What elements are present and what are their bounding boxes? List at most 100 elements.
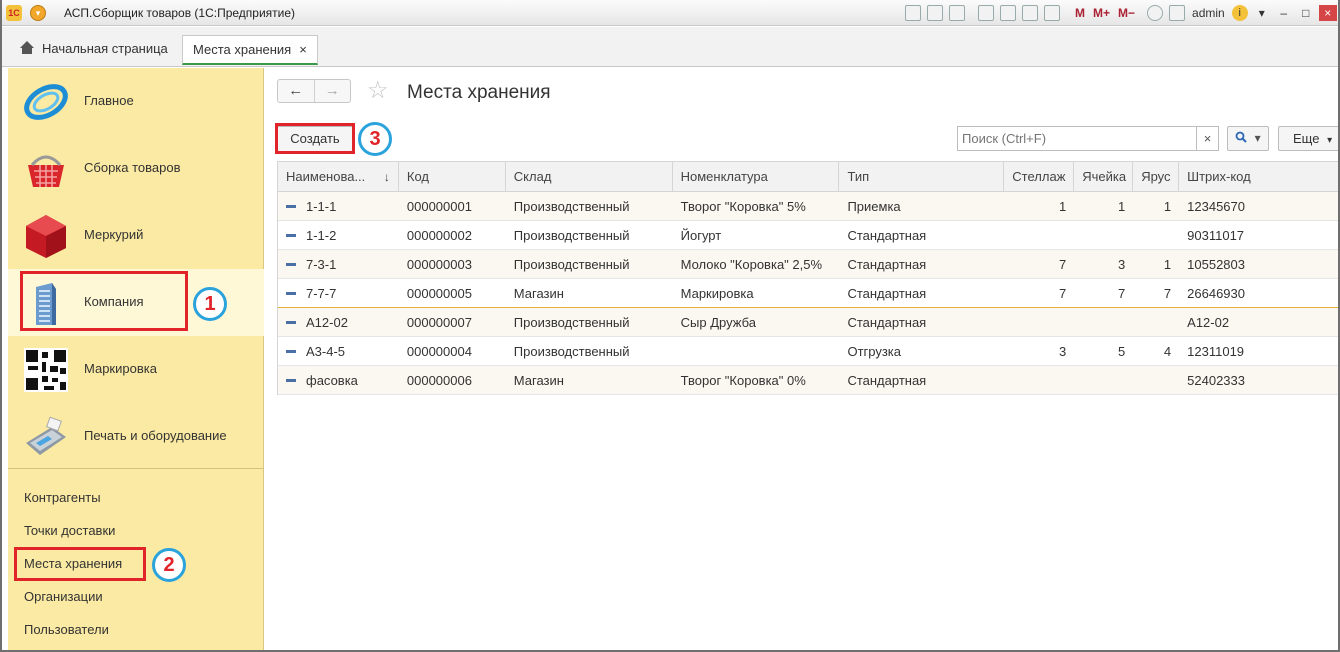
zoom-icon[interactable] [1147, 5, 1164, 21]
download-icon[interactable] [978, 5, 994, 21]
highlight-storage-places [14, 547, 146, 581]
column-header[interactable]: Стеллаж [1004, 161, 1075, 192]
cell-value: 5 [1117, 343, 1126, 359]
column-header[interactable]: Код [399, 161, 506, 192]
forward-arrow-icon[interactable]: → [313, 80, 351, 102]
tab-storage-places[interactable]: Места хранения × [182, 35, 318, 65]
tab-home[interactable]: Начальная страница [10, 35, 178, 63]
calendar-icon[interactable] [1044, 5, 1060, 21]
table-cell: Производственный [506, 199, 673, 214]
document-icon[interactable] [1000, 5, 1016, 21]
table-cell: Производственный [506, 228, 673, 243]
memory-button[interactable]: M [1075, 6, 1085, 20]
more-button[interactable]: Еще ▾ [1278, 126, 1338, 151]
table-row[interactable]: фасовка 000000006 Магазин Творог "Коровка" … [278, 366, 1338, 395]
close-window-button[interactable]: × [1318, 5, 1337, 21]
search-button[interactable]: ▾ [1227, 126, 1269, 151]
qr-code-icon [24, 348, 68, 392]
sidebar-link-counterparties[interactable]: Контрагенты [24, 490, 101, 505]
table-row[interactable]: А12-02 000000007 Производственный Сыр Дружб… [278, 308, 1338, 337]
memory-plus-button[interactable]: M+ [1093, 6, 1110, 20]
table-cell: 3 [1004, 344, 1074, 359]
back-arrow-icon[interactable]: ← [278, 80, 314, 102]
table-cell: Магазин [506, 286, 673, 301]
section-main[interactable]: Главное [8, 68, 264, 135]
table-cell: 26646930 [1179, 285, 1338, 301]
main-menu-button[interactable]: ▾ [30, 5, 46, 21]
sidebar-link-users[interactable]: Пользователи [24, 622, 109, 637]
table-header: Наименова... ↓ Код Склад Номенклатура Тип… [278, 161, 1338, 192]
table-cell: 000000003 [399, 257, 506, 272]
table-cell: 7 [1133, 286, 1179, 301]
cell-value: Стандартная [847, 227, 927, 243]
cell-value: 1-1-1 [306, 198, 337, 214]
column-header[interactable]: Штрих-код [1179, 162, 1338, 192]
panels-icon[interactable] [1169, 5, 1186, 21]
cell-value: 26646930 [1187, 285, 1245, 301]
search-icon [1235, 131, 1248, 143]
clear-search-button[interactable]: × [1197, 126, 1219, 151]
favorite-star-icon[interactable]: ☆ [367, 78, 389, 104]
table-cell: Маркировка [673, 286, 840, 301]
column-header[interactable]: Склад [506, 161, 673, 192]
swirl-icon [24, 84, 68, 120]
info-icon[interactable]: i [1231, 5, 1248, 21]
table-row[interactable]: 7-7-7 000000005 Магазин Маркировка Стандартн… [278, 279, 1338, 308]
row-item-icon [286, 349, 296, 353]
marker-1: 1 [193, 287, 227, 321]
cell-value: 3 [1117, 256, 1126, 272]
cell-value: Производственный [513, 314, 630, 330]
print-icon[interactable] [927, 5, 943, 21]
sidebar-link-delivery-points[interactable]: Точки доставки [24, 523, 115, 538]
cell-value: 000000003 [406, 256, 472, 272]
chevron-down-icon[interactable]: ▾ [1253, 5, 1271, 21]
cell-value: Производственный [513, 198, 630, 214]
cell-value: 4 [1163, 343, 1172, 359]
column-header[interactable]: Тип [839, 161, 1005, 192]
section-mercury[interactable]: Меркурий [8, 202, 264, 269]
close-tab-icon[interactable]: × [299, 42, 307, 57]
search-field[interactable] [957, 126, 1197, 151]
table-row[interactable]: 1-1-2 000000002 Производственный Йогурт Стан… [278, 221, 1338, 250]
column-header[interactable]: Номенклатура [673, 161, 840, 192]
column-header[interactable]: Ячейка [1074, 161, 1134, 192]
table-row[interactable]: А3-4-5 000000004 Производственный Отгрузка 3… [278, 337, 1338, 366]
basket-icon [28, 155, 64, 187]
row-item-icon [286, 262, 296, 266]
cell-value: Стандартная [847, 314, 927, 330]
sidebar-link-organizations[interactable]: Организации [24, 589, 103, 604]
cell-value: 1 [1059, 198, 1067, 214]
minimize-button[interactable]: – [1275, 5, 1293, 21]
cell-value: Стандартная [847, 372, 927, 388]
table-cell: 10552803 [1179, 256, 1338, 272]
save-icon[interactable] [905, 5, 921, 21]
section-print-equipment[interactable]: Печать и оборудование [8, 403, 264, 470]
page-title: Места хранения [407, 82, 551, 103]
maximize-button[interactable]: □ [1297, 5, 1315, 21]
search-input[interactable] [958, 127, 1194, 150]
table-row[interactable]: 1-1-1 000000001 Производственный Творог "Ко… [278, 192, 1338, 221]
section-marking[interactable]: Маркировка [8, 336, 264, 403]
cell-value: Отгрузка [847, 343, 902, 359]
memory-minus-button[interactable]: M− [1118, 6, 1135, 20]
table-row[interactable]: 7-3-1 000000003 Производственный Молоко "Ко… [278, 250, 1338, 279]
row-item-icon [286, 291, 296, 295]
section-assembly[interactable]: Сборка товаров [8, 135, 264, 202]
table-cell: Стандартная [839, 315, 1004, 330]
cell-value: Производственный [513, 256, 630, 272]
calculator-icon[interactable] [1022, 5, 1038, 21]
column-header[interactable]: Наименова... ↓ [278, 161, 399, 192]
user-name[interactable]: admin [1192, 6, 1225, 20]
table-cell: 1-1-1 [278, 199, 399, 214]
cell-value: 10552803 [1187, 256, 1245, 272]
table-cell: 000000002 [399, 228, 506, 243]
table-cell: Магазин [506, 373, 673, 388]
column-header[interactable]: Ярус [1133, 161, 1180, 192]
cell-value: 000000005 [406, 285, 472, 301]
table-cell: 000000006 [399, 373, 506, 388]
preview-icon[interactable] [949, 5, 965, 21]
cell-value: 1-1-2 [306, 227, 337, 243]
table-cell: 5 [1074, 344, 1133, 359]
cell-value: фасовка [306, 372, 358, 388]
table-cell: А3-4-5 [278, 344, 399, 359]
